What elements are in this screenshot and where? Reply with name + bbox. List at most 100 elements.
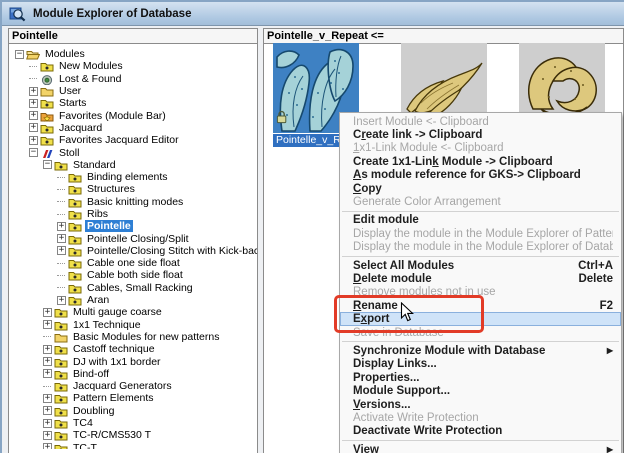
tree-item-label[interactable]: New Modules [57,60,125,72]
expand-toggle[interactable]: + [43,419,52,428]
tree-item-standard[interactable]: − Standard [9,159,257,171]
tree-item-label[interactable]: Jacquard Generators [71,380,174,392]
tree-item-label[interactable]: Lost & Found [57,73,123,85]
tree-item-label[interactable]: Cables, Small Racking [85,282,195,294]
tree-item-new-modules[interactable]: New Modules [9,60,257,72]
menu-item-display-links[interactable]: Display Links... [340,358,621,371]
tree-item-label[interactable]: TC-R/CMS530 T [71,429,153,441]
expand-toggle[interactable]: + [29,87,38,96]
tree-item-castoff-technique[interactable]: + Castoff technique [9,343,257,355]
tree-item-structures[interactable]: Structures [9,183,257,195]
expand-toggle[interactable]: + [43,394,52,403]
expand-toggle[interactable]: + [29,111,38,120]
tree-item-cables-small-racking[interactable]: Cables, Small Racking [9,282,257,294]
expand-toggle[interactable]: + [43,308,52,317]
tree-item-label[interactable]: TC4 [71,417,95,429]
tree-item-stoll[interactable]: − Stoll [9,146,257,158]
menu-item-edit-module[interactable]: Edit module [340,214,621,227]
menu-item-as-module-reference-for-gks-clipboard[interactable]: As module reference for GKS-> Clipboard [340,169,621,182]
tree-item-label[interactable]: TC-T [71,442,99,449]
tree-item-label[interactable]: Favorites Jacquard Editor [57,134,181,146]
tree-item-label[interactable]: 1x1 Technique [71,319,143,331]
menu-item-synchronize-module-with-database[interactable]: Synchronize Module with Database▶ [340,344,621,357]
tree-item-label[interactable]: User [57,85,83,97]
menu-item-delete-module[interactable]: Delete moduleDelete [340,272,621,285]
menu-item-copy[interactable]: Copy [340,182,621,195]
tree-item-pattern-elements[interactable]: + Pattern Elements [9,392,257,404]
tree-item-tc-r-cms530-t[interactable]: + TC-R/CMS530 T [9,429,257,441]
tree-item-label[interactable]: Pointelle Closing/Split [85,233,191,245]
tree-item-label[interactable]: Stoll [57,147,81,159]
tree-item-label[interactable]: Jacquard [57,122,104,134]
expand-toggle[interactable]: + [43,443,52,449]
tree-item-label[interactable]: Aran [85,294,111,306]
tree-item-label[interactable]: Bind-off [71,368,111,380]
tree-item-ribs[interactable]: Ribs [9,208,257,220]
tree-item-starts[interactable]: +Starts [9,97,257,109]
expand-toggle[interactable]: + [43,431,52,440]
menu-item-versions[interactable]: Versions... [340,398,621,411]
tree-item-label[interactable]: Basic knitting modes [85,196,185,208]
tree-item-binding-elements[interactable]: Binding elements [9,171,257,183]
tree-item-tc-t[interactable]: + TC-T [9,442,257,450]
expand-toggle[interactable]: + [57,234,66,243]
tree-item-favorites-module-bar[interactable]: + Favorites (Module Bar) [9,109,257,121]
menu-item-create-link-clipboard[interactable]: Create link -> Clipboard [340,128,621,141]
tree-item-label[interactable]: Castoff technique [71,343,157,355]
expand-toggle[interactable]: − [29,148,38,157]
module-thumbnail-knot[interactable] [519,43,605,123]
tree-item-label[interactable]: Structures [85,183,137,195]
tree-item-multi-gauge-coarse[interactable]: + Multi gauge coarse [9,306,257,318]
tree-item-doubling[interactable]: + Doubling [9,405,257,417]
tree-item-label[interactable]: Doubling [71,405,116,417]
tree-item-pointelle-closing-stitch-with-kick-back[interactable]: +Pointelle/Closing Stitch with Kick-back [9,245,257,257]
menu-item-select-all-modules[interactable]: Select All ModulesCtrl+A [340,259,621,272]
expand-toggle[interactable]: − [15,50,24,59]
expand-toggle[interactable]: + [29,123,38,132]
tree-item-lost-found[interactable]: Lost & Found [9,73,257,85]
menu-item-properties[interactable]: Properties... [340,371,621,384]
tree-item-label[interactable]: Favorites (Module Bar) [57,110,168,122]
tree-item-label[interactable]: Starts [57,97,88,109]
expand-toggle[interactable]: + [43,369,52,378]
expand-toggle[interactable]: + [57,296,66,305]
expand-toggle[interactable]: + [29,136,38,145]
tree-item-basic-knitting-modes[interactable]: Basic knitting modes [9,196,257,208]
tree-item-label[interactable]: Modules [43,48,87,60]
tree-item-label[interactable]: Pointelle/Closing Stitch with Kick-back [85,245,257,257]
expand-toggle[interactable]: + [43,357,52,366]
tree-item-bind-off[interactable]: + Bind-off [9,368,257,380]
tree-item-cable-one-side-float[interactable]: Cable one side float [9,257,257,269]
tree-item-label[interactable]: Pointelle [85,220,133,232]
expand-toggle[interactable]: + [43,320,52,329]
tree-item-dj-with-1x1-border[interactable]: + DJ with 1x1 border [9,355,257,367]
menu-item-deactivate-write-protection[interactable]: Deactivate Write Protection [340,425,621,438]
tree-item-label[interactable]: Standard [71,159,118,171]
tree-item-basic-modules-for-new-patterns[interactable]: Basic Modules for new patterns [9,331,257,343]
tree-item-label[interactable]: Cable one side float [85,257,182,269]
menu-item-create-1x1-link-module-clipboard[interactable]: Create 1x1-Link Module -> Clipboard [340,155,621,168]
menu-item-view[interactable]: View▶ [340,443,621,453]
tree-item-user[interactable]: + User [9,85,257,97]
tree-item-label[interactable]: Cable both side float [85,269,185,281]
tree-item-pointelle[interactable]: + Pointelle [9,220,257,232]
expand-toggle[interactable]: + [43,406,52,415]
tree-item-label[interactable]: Basic Modules for new patterns [71,331,222,343]
tree-item-label[interactable]: Binding elements [85,171,170,183]
expand-toggle[interactable]: − [43,160,52,169]
tree-item-label[interactable]: Multi gauge coarse [71,306,164,318]
expand-toggle[interactable]: + [57,222,66,231]
tree-item-cable-both-side-float[interactable]: Cable both side float [9,269,257,281]
tree-item-label[interactable]: Pattern Elements [71,392,156,404]
tree-item-jacquard-generators[interactable]: Jacquard Generators [9,380,257,392]
tree-item-label[interactable]: Ribs [85,208,110,220]
tree-item-aran[interactable]: + Aran [9,294,257,306]
window-titlebar[interactable]: Module Explorer of Database [2,2,624,26]
expand-toggle[interactable]: + [43,345,52,354]
tree-item-label[interactable]: DJ with 1x1 border [71,356,163,368]
tree-item-modules[interactable]: − Modules [9,48,257,60]
tree-item-jacquard[interactable]: + Jacquard [9,122,257,134]
menu-item-module-support[interactable]: Module Support... [340,384,621,397]
module-thumbnail-cable[interactable] [401,43,487,123]
tree-item-tc4[interactable]: + TC4 [9,417,257,429]
